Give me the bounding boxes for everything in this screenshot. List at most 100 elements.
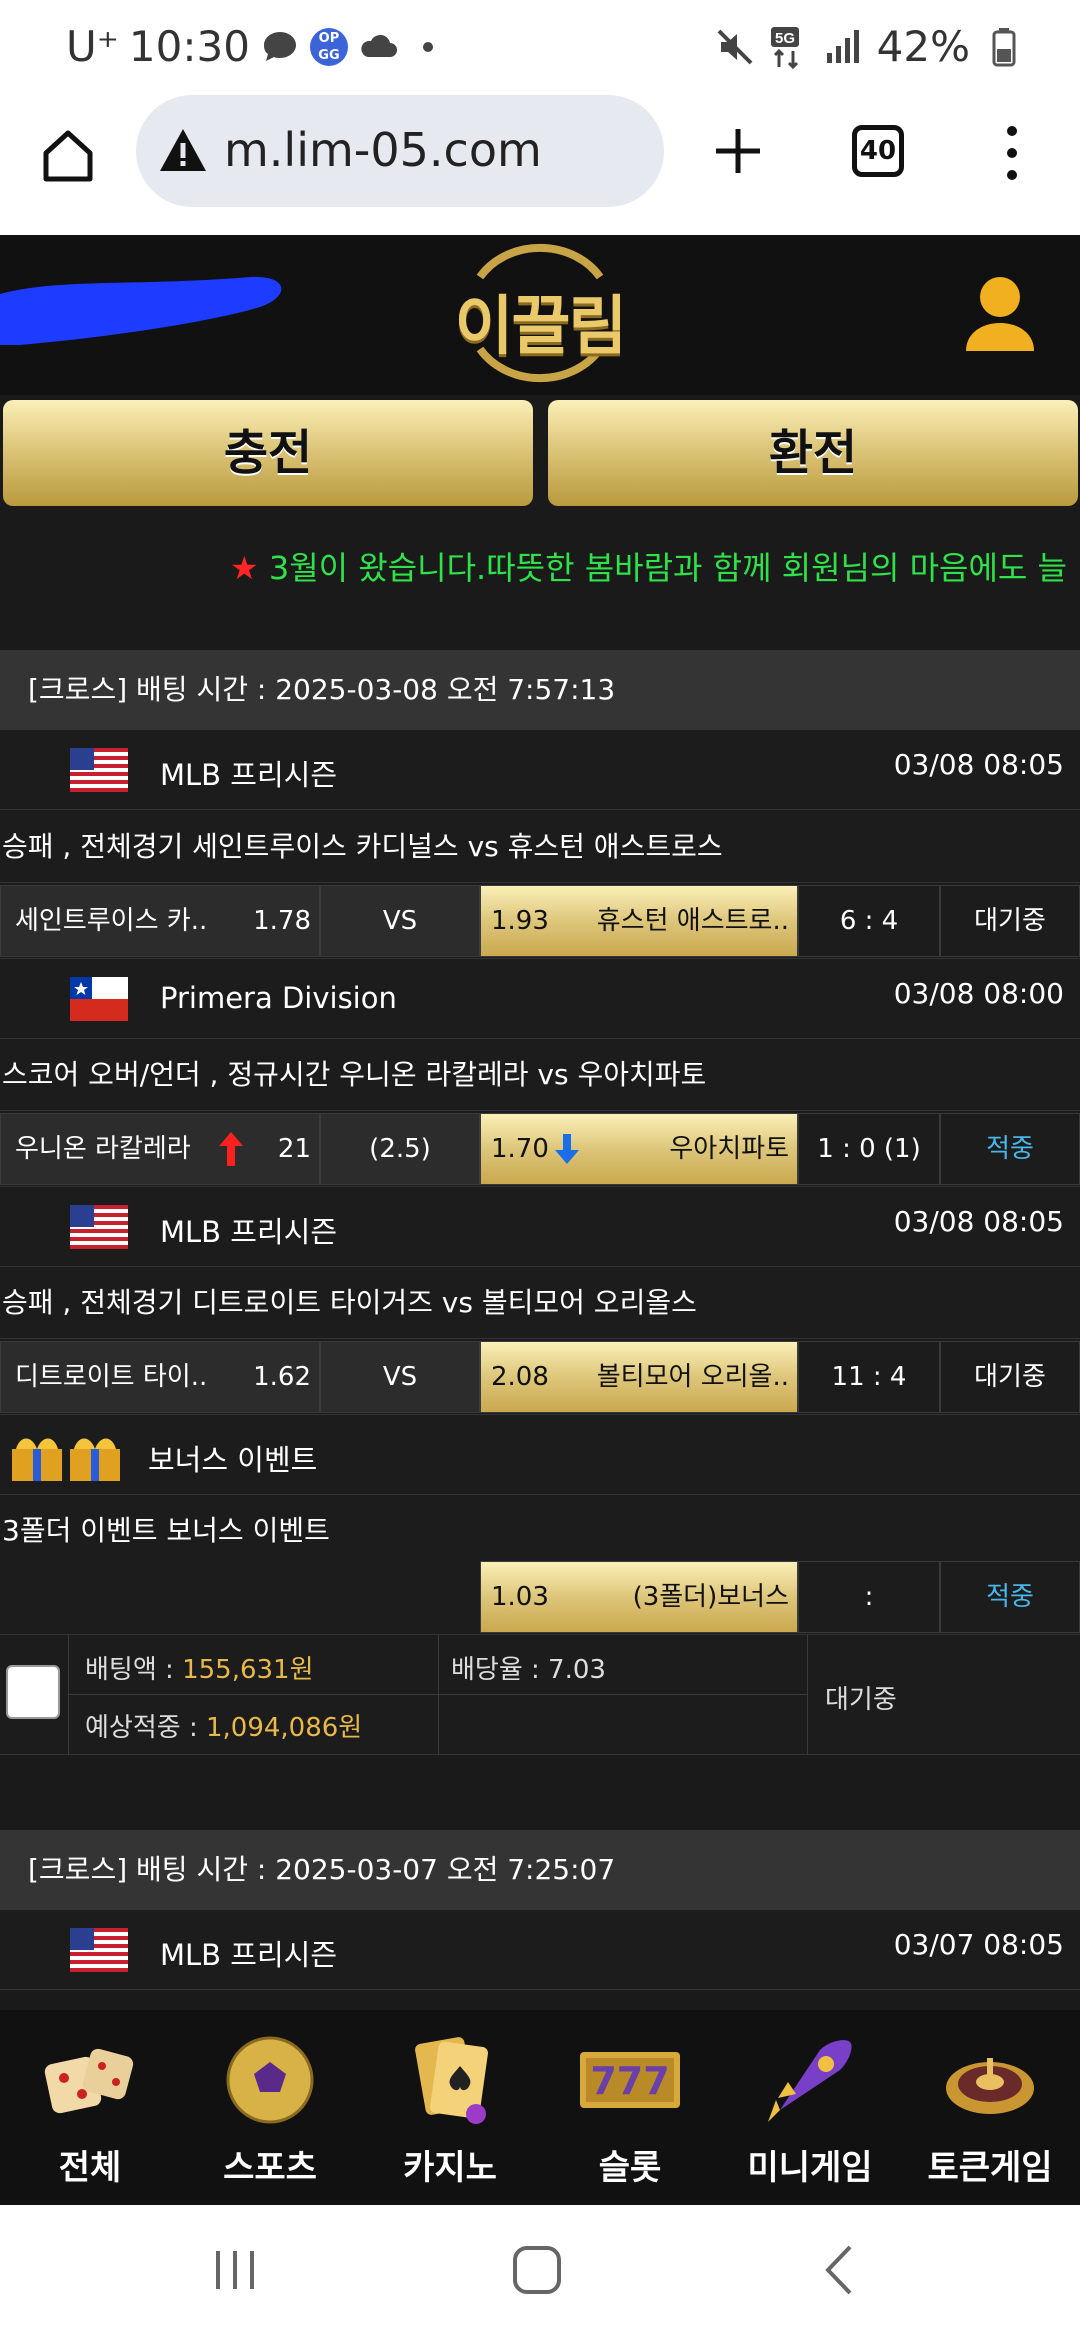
away-odds-cell[interactable]: 1.93 휴스턴 애스트로.. [480, 885, 798, 957]
game-time: 03/08 08:05 [893, 1205, 1064, 1238]
dot-icon [408, 27, 448, 67]
bet-summary: 배팅액 : 155,631원 배당율 : 7.03 예상적중 : 1,094,0… [0, 1635, 1080, 1755]
handicap-cell[interactable]: (2.5) [320, 1113, 480, 1185]
more-menu-icon[interactable] [1000, 123, 1024, 183]
league-name: MLB 프리시즌 [160, 758, 338, 792]
select-checkbox[interactable] [6, 1665, 60, 1719]
home-odds: 1.78 [253, 906, 311, 936]
browser-toolbar: m.lim-05.com 40 [0, 95, 1080, 235]
score-cell: 1 : 0 (1) [798, 1113, 940, 1185]
bonus-odds-row: 1.03 (3폴더)보너스 : 적중 [0, 1559, 1080, 1635]
status-cell: 대기중 [940, 885, 1080, 957]
nav-minigame[interactable]: 미니게임 [720, 2010, 900, 2205]
away-odds-cell[interactable]: 2.08 볼티모어 오리올.. [480, 1341, 798, 1413]
draw-cell[interactable]: VS [320, 1341, 480, 1413]
status-bar: U⁺ 10:30 OP GG 5G 42% [0, 0, 1080, 95]
charge-button[interactable]: 충전 [3, 400, 533, 506]
new-tab-icon[interactable] [712, 125, 764, 177]
back-icon[interactable] [820, 2243, 860, 2297]
bet-odds-row: 세인트루이스 카.. 1.78 VS 1.93 휴스턴 애스트로.. 6 : 4… [0, 883, 1080, 959]
battery-percent: 42% [876, 22, 970, 71]
league-name: MLB 프리시즌 [160, 1938, 338, 1972]
league-row: MLB 프리시즌 03/08 08:05 [0, 1187, 1080, 1267]
arrow-down-icon [555, 1134, 579, 1164]
time-label: 10:30 [128, 22, 250, 71]
away-odds-cell[interactable]: 1.70 우아치파토 [480, 1113, 798, 1185]
5g-icon: 5G [769, 26, 809, 69]
battery-icon [984, 27, 1024, 67]
svg-text:777: 777 [590, 2059, 669, 2103]
bet-slip-header: [크로스] 배팅 시간 : 2025-03-07 오전 7:25:07 [0, 1830, 1080, 1910]
game-time: 03/08 08:00 [893, 977, 1064, 1010]
bonus-label: (3폴더)보너스 [632, 1582, 789, 1612]
away-odds: 2.08 [491, 1362, 549, 1392]
score-cell: : [798, 1561, 940, 1633]
system-navigation-bar [0, 2205, 1080, 2340]
mute-icon [715, 27, 755, 67]
home-team: 우니온 라칼레라 [15, 1134, 191, 1164]
nav-token-game[interactable]: 토큰게임 [900, 2010, 1080, 2205]
match-description: 스코어 오버/언더 , 정규시간 우니온 라칼레라 vs 우아치파토 [0, 1039, 1080, 1111]
recent-apps-icon[interactable] [210, 2245, 260, 2295]
opgg-app-icon: OP GG [309, 27, 348, 66]
score-cell: 6 : 4 [798, 885, 940, 957]
nav-slot[interactable]: 777 슬롯 [540, 2010, 720, 2205]
league-row: MLB 프리시즌 03/08 08:05 [0, 730, 1080, 810]
nav-sports[interactable]: 스포츠 [180, 2010, 360, 2205]
nav-casino[interactable]: 카지노 [360, 2010, 540, 2205]
slot-777-icon: 777 [580, 2052, 680, 2108]
cards-icon [415, 2037, 488, 2124]
site-logo[interactable]: 이끌림 [440, 237, 640, 387]
address-bar[interactable]: m.lim-05.com [136, 95, 664, 207]
league-row: MLB 프리시즌 03/07 08:05 [0, 1910, 1080, 1990]
bet-slip-header: [크로스] 배팅 시간 : 2025-03-08 오전 7:57:13 [0, 650, 1080, 730]
expected-win: 예상적중 : 1,094,086원 [85, 1713, 363, 1743]
withdraw-button[interactable]: 환전 [548, 400, 1078, 506]
bonus-odds-cell[interactable]: 1.03 (3폴더)보너스 [480, 1561, 798, 1633]
game-time: 03/07 08:05 [893, 1928, 1064, 1961]
nav-all[interactable]: 전체 [0, 2010, 180, 2205]
home-odds: 21 [277, 1134, 311, 1164]
svg-text:5G: 5G [775, 30, 795, 47]
league-row: Primera Division 03/08 08:00 [0, 959, 1080, 1039]
user-profile-icon[interactable] [962, 273, 1038, 357]
league-name: Primera Division [160, 981, 397, 1015]
url-text[interactable]: m.lim-05.com [224, 123, 542, 177]
home-button-icon[interactable] [510, 2243, 564, 2297]
site-header: 이끌림 [0, 235, 1080, 395]
bonus-description: 3폴더 이벤트 보너스 이벤트 [0, 1495, 1080, 1567]
carrier-label: U⁺ [66, 22, 119, 71]
home-odds: 1.62 [253, 1362, 311, 1392]
status-cell: 적중 [940, 1113, 1080, 1185]
away-team: 우아치파토 [669, 1134, 789, 1164]
site-content: 이끌림 충전 환전 ★ 3월이 왔습니다.따뜻한 봄바람과 함께 회원님의 마음… [0, 235, 1080, 2010]
home-icon[interactable] [38, 125, 98, 185]
redaction-scribble [0, 276, 282, 345]
signal-icon [823, 27, 863, 67]
cloud-icon [358, 27, 398, 67]
bottom-game-nav: 전체 스포츠 카지노 777 슬롯 미니게임 토큰게임 [0, 2010, 1080, 2205]
soccer-ball-icon [226, 2036, 314, 2124]
bet-odds-row: 우니온 라칼레라 21 (2.5) 1.70 우아치파토 1 : 0 (1) 적… [0, 1111, 1080, 1187]
chile-flag-icon [70, 977, 128, 1021]
rocket-icon [768, 2040, 852, 2122]
home-odds-cell[interactable]: 세인트루이스 카.. 1.78 [0, 885, 320, 957]
draw-cell[interactable]: VS [320, 885, 480, 957]
home-team: 세인트루이스 카.. [15, 906, 208, 936]
league-name: MLB 프리시즌 [160, 1215, 338, 1249]
bonus-row: 보너스 이벤트 [0, 1415, 1080, 1495]
odds-rate: 배당율 : 7.03 [451, 1655, 606, 1685]
logo-text: 이끌림 [454, 290, 628, 364]
us-flag-icon [70, 748, 128, 792]
home-odds-cell[interactable]: 디트로이트 타이.. 1.62 [0, 1341, 320, 1413]
bet-odds-row: 디트로이트 타이.. 1.62 VS 2.08 볼티모어 오리올.. 11 : … [0, 1339, 1080, 1415]
star-icon: ★ [230, 549, 259, 587]
bet-amount: 배팅액 : 155,631원 [85, 1655, 314, 1685]
notice-marquee: ★ 3월이 왔습니다.따뜻한 봄바람과 함께 회원님의 마음에도 늘 [0, 525, 1080, 605]
status-cell: 적중 [940, 1561, 1080, 1633]
warning-icon[interactable] [158, 127, 208, 173]
chat-bubble-icon [260, 27, 300, 67]
tab-count-button[interactable]: 40 [852, 125, 904, 177]
home-odds-cell[interactable]: 우니온 라칼레라 21 [0, 1113, 320, 1185]
bonus-odds: 1.03 [491, 1582, 549, 1612]
